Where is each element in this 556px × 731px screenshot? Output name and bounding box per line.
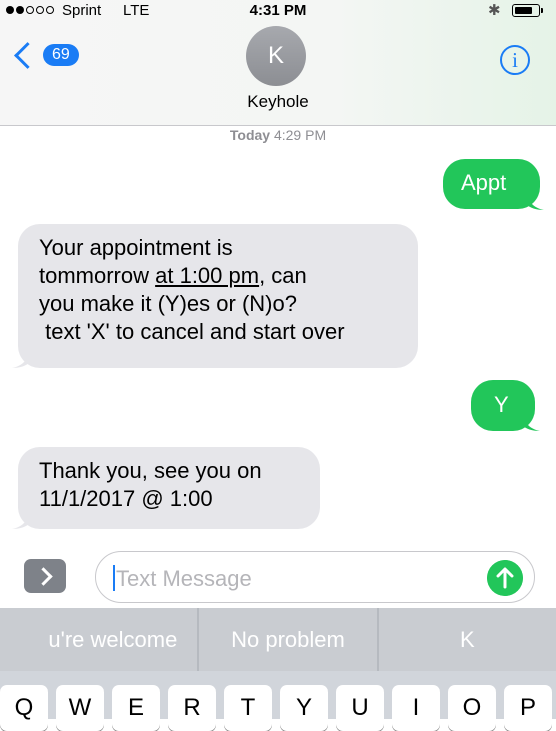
send-button[interactable] xyxy=(487,560,523,596)
message-line: you make it (Y)es or (N)o? xyxy=(39,291,297,316)
key[interactable]: Q xyxy=(0,685,48,731)
text-caret xyxy=(113,565,115,591)
message-text: , can xyxy=(259,263,307,288)
key[interactable]: I xyxy=(392,685,440,731)
timestamp-day: Today xyxy=(229,127,271,143)
key[interactable]: U xyxy=(336,685,384,731)
message-bubble-incoming[interactable]: Your appointment is tommorrow at 1:00 pm… xyxy=(18,224,418,368)
bubble-tail xyxy=(522,413,540,431)
date-link[interactable]: at 1:00 pm xyxy=(155,263,259,288)
status-time: 4:31 PM xyxy=(249,2,307,19)
keyboard-row: Q W E R T Y U I O P xyxy=(0,671,556,731)
key[interactable]: P xyxy=(504,685,552,731)
message-line: 11/1/2017 @ 1:00 xyxy=(39,486,213,511)
suggestion-item[interactable]: No problem xyxy=(199,608,379,671)
message-line: Your appointment is xyxy=(39,235,233,260)
app-drawer-button[interactable] xyxy=(24,559,66,593)
message-text: Y xyxy=(494,392,509,417)
bubble-tail xyxy=(526,192,544,210)
contact-name[interactable]: Keyhole xyxy=(0,92,556,112)
suggestion-item[interactable]: K xyxy=(379,608,556,671)
battery-icon xyxy=(512,4,540,17)
message-line: Thank you, see you on xyxy=(39,458,262,483)
chevron-left-icon xyxy=(14,41,41,69)
back-button[interactable]: 69 xyxy=(12,41,79,69)
suggestion-item[interactable]: u're welcome xyxy=(0,608,200,671)
message-line: tommorrow at 1:00 pm, can xyxy=(39,262,418,290)
conversation-timestamp: Today 4:29 PM xyxy=(0,127,556,143)
status-bar: Sprint LTE 4:31 PM ✱ xyxy=(0,0,556,22)
chevron-right-icon xyxy=(33,566,53,586)
key[interactable]: E xyxy=(112,685,160,731)
battery-tip xyxy=(541,8,543,13)
message-input-placeholder: Text Message xyxy=(116,566,252,591)
bubble-tail xyxy=(12,350,30,368)
key[interactable]: W xyxy=(56,685,104,731)
bubble-tail xyxy=(12,511,30,529)
bluetooth-icon: ✱ xyxy=(488,2,501,19)
message-input[interactable]: Text Message xyxy=(95,551,535,603)
key[interactable]: O xyxy=(448,685,496,731)
key[interactable]: Y xyxy=(280,685,328,731)
message-bubble-incoming[interactable]: Thank you, see you on 11/1/2017 @ 1:00 xyxy=(18,447,320,529)
contact-avatar[interactable]: K xyxy=(246,26,306,86)
info-icon[interactable]: i xyxy=(500,45,530,75)
key[interactable]: T xyxy=(224,685,272,731)
message-text: Appt xyxy=(461,170,507,195)
key[interactable]: R xyxy=(168,685,216,731)
quicktype-bar: u're welcome No problem K xyxy=(0,608,556,671)
message-text: tommorrow xyxy=(39,263,156,288)
message-line: text 'X' to cancel and start over xyxy=(39,319,345,344)
unread-count-badge: 69 xyxy=(43,44,79,66)
timestamp-time: 4:29 PM xyxy=(273,127,327,143)
